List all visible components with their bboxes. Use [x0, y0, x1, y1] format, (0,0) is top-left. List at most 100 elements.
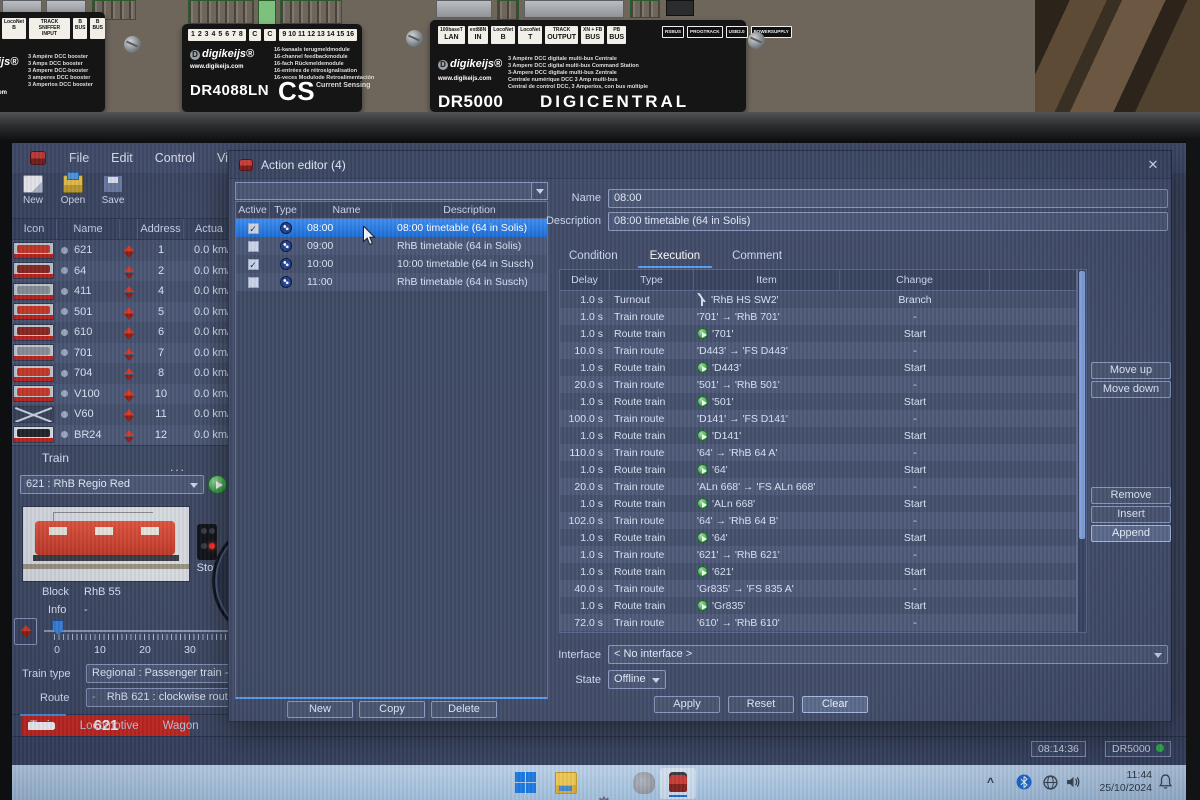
execution-row[interactable]: 1.0 s Route train '64' Start — [560, 461, 1076, 478]
locomotive-row[interactable]: 621 1 0.0 km/ — [12, 240, 234, 261]
locomotive-row[interactable]: 501 5 0.0 km/ — [12, 301, 234, 322]
train-selector[interactable]: 621 : RhB Regio Red — [20, 475, 204, 494]
execution-row[interactable]: 20.0 s Train route '501' → 'RhB 501' - — [560, 376, 1076, 393]
apply-button[interactable]: Apply — [654, 696, 720, 713]
scrollbar-thumb[interactable] — [1079, 271, 1085, 539]
bluetooth-icon[interactable] — [1016, 774, 1032, 800]
dialog-tab[interactable]: Condition — [557, 248, 630, 268]
execution-row[interactable]: 20.0 s Train route 'ALn 668' → 'FS ALn 6… — [560, 478, 1076, 495]
execution-row[interactable]: 1.0 s Route train '621' Start — [560, 563, 1076, 580]
locomotive-row[interactable]: 411 4 0.0 km/ — [12, 281, 234, 302]
execution-row[interactable]: 40.0 s Train route 'Gr835' → 'FS 835 A' … — [560, 580, 1076, 597]
execution-row[interactable]: 1.0 s Route train '501' Start — [560, 393, 1076, 410]
execution-row[interactable]: 100.0 s Train route 'D141' → 'FS D141' - — [560, 410, 1076, 427]
state-select[interactable]: Offline — [608, 670, 666, 689]
menu-item[interactable]: File — [58, 147, 100, 169]
execution-row[interactable]: 102.0 s Train route '64' → 'RhB 64 B' - — [560, 512, 1076, 529]
locomotive-row[interactable]: 610 6 0.0 km/ — [12, 322, 234, 343]
dialog-title-bar[interactable]: Action editor (4) — [229, 151, 1171, 179]
bottom-tab[interactable]: Locomotive — [70, 714, 149, 738]
item-icon — [697, 328, 708, 339]
execution-row[interactable]: 110.0 s Train route '64' → 'RhB 64 A' - — [560, 444, 1076, 461]
active-checkbox[interactable]: ✓ — [247, 222, 259, 234]
direction-arrows-icon[interactable] — [124, 347, 134, 361]
app-icon-gray[interactable] — [633, 772, 655, 794]
interface-status[interactable]: DR5000 — [1105, 741, 1171, 757]
active-checkbox[interactable] — [247, 240, 259, 252]
settings-gear-icon[interactable]: ⚙ — [593, 794, 615, 800]
direction-arrows-icon[interactable] — [124, 286, 134, 300]
execution-row[interactable]: 1.0 s Train route '701' → 'RhB 701' - — [560, 308, 1076, 325]
volume-icon[interactable] — [1065, 774, 1082, 800]
active-checkbox[interactable]: ✓ — [247, 258, 259, 270]
direction-arrows-icon[interactable] — [124, 388, 134, 402]
start-train-button[interactable] — [208, 475, 227, 494]
speed-slider[interactable]: 0 10 20 30 — [44, 614, 230, 664]
taskbar-clock[interactable]: 11:44 25/10/2024 — [1090, 769, 1152, 795]
direction-arrows-icon[interactable] — [124, 245, 134, 259]
network-globe-icon[interactable] — [1043, 775, 1058, 800]
direction-toggle-button[interactable] — [14, 618, 37, 645]
locomotive-row[interactable]: V60 11 0.0 km/ — [12, 404, 234, 425]
bottom-tab[interactable]: Train — [20, 714, 66, 738]
bottom-tab[interactable]: Wagon — [153, 714, 209, 738]
close-icon[interactable]: ✕ — [1145, 157, 1161, 173]
train-app-taskbar-icon[interactable] — [660, 768, 696, 799]
execution-row[interactable]: 1.0 s Train route '621' → 'RhB 621' - — [560, 546, 1076, 563]
execution-row[interactable]: 1.0 s Route train 'Gr835' Start — [560, 597, 1076, 614]
menu-item[interactable]: Control — [144, 147, 206, 169]
direction-arrows-icon[interactable] — [124, 306, 134, 320]
panel-menu-dots[interactable]: ... — [170, 460, 186, 474]
remove-button[interactable]: Remove — [1091, 487, 1171, 504]
dialog-tab[interactable]: Comment — [720, 248, 794, 268]
execution-row[interactable]: 1.0 s Route train 'D443' Start — [560, 359, 1076, 376]
execution-row[interactable]: 1.0 s Route train 'ALn 668' Start — [560, 495, 1076, 512]
execution-row[interactable]: 1.0 s Turnout 'RhB HS SW2' Branch — [560, 291, 1076, 308]
direction-arrows-icon[interactable] — [124, 327, 134, 341]
toolbar-button[interactable]: New — [18, 175, 48, 206]
file-explorer-icon[interactable] — [555, 772, 577, 794]
direction-arrows-icon[interactable] — [124, 368, 134, 382]
locomotive-row[interactable]: 64 2 0.0 km/ — [12, 260, 234, 281]
execution-row[interactable]: 10.0 s Train route 'D443' → 'FS D443' - — [560, 342, 1076, 359]
direction-arrows-icon[interactable] — [124, 265, 134, 279]
windows-start-icon[interactable] — [515, 772, 537, 794]
menu-item[interactable]: Edit — [100, 147, 144, 169]
train-type-field[interactable]: Regional : Passenger train - regio — [86, 664, 234, 683]
move-up-button[interactable]: Move up — [1091, 362, 1171, 379]
notification-bell-icon[interactable] — [1158, 774, 1173, 800]
tray-expand-chevron[interactable]: ^ — [987, 775, 994, 800]
action-row[interactable]: 09:00 RhB timetable (64 in Solis) — [236, 237, 547, 255]
reset-button[interactable]: Reset — [728, 696, 794, 713]
clear-button[interactable]: Clear — [802, 696, 868, 713]
execution-row[interactable]: 1.0 s Route train 'D141' Start — [560, 427, 1076, 444]
toolbar-button[interactable]: Save — [98, 175, 128, 206]
slider-handle[interactable] — [52, 620, 64, 635]
locomotive-row[interactable]: BR24 12 0.0 km/ — [12, 424, 234, 445]
execution-scrollbar[interactable] — [1077, 269, 1087, 633]
action-row[interactable]: ✓ 10:00 10:00 timetable (64 in Susch) — [236, 255, 547, 273]
locomotive-row[interactable]: 701 7 0.0 km/ — [12, 342, 234, 363]
route-field[interactable]: - RhB 621 : clockwise route for — [86, 688, 234, 707]
locomotive-row[interactable]: 704 8 0.0 km/ — [12, 363, 234, 384]
move-down-button[interactable]: Move down — [1091, 381, 1171, 398]
signal-icon[interactable] — [197, 524, 217, 560]
slider-track[interactable] — [44, 630, 230, 632]
append-button[interactable]: Append — [1091, 525, 1171, 542]
execution-row[interactable]: 1.0 s Route train '701' Start — [560, 325, 1076, 342]
direction-arrows-icon[interactable] — [124, 409, 134, 423]
insert-button[interactable]: Insert — [1091, 506, 1171, 523]
name-field[interactable]: 08:00 — [608, 189, 1168, 208]
action-row[interactable]: 11:00 RhB timetable (64 in Susch) — [236, 273, 547, 291]
execution-row[interactable]: 72.0 s Train route '610' → 'RhB 610' - — [560, 614, 1076, 631]
locomotive-row[interactable]: V100 10 0.0 km/ — [12, 383, 234, 404]
active-checkbox[interactable] — [247, 276, 259, 288]
direction-arrows-icon[interactable] — [124, 429, 134, 443]
dialog-tab[interactable]: Execution — [637, 248, 713, 268]
action-row[interactable]: ✓ 08:00 08:00 timetable (64 in Solis) — [236, 219, 547, 237]
description-field[interactable]: 08:00 timetable (64 in Solis) — [608, 212, 1168, 231]
toolbar-button[interactable]: Open — [58, 172, 88, 206]
action-filter-combobox[interactable] — [235, 182, 548, 200]
interface-select[interactable]: < No interface > — [608, 645, 1168, 664]
execution-row[interactable]: 1.0 s Route train '64' Start — [560, 529, 1076, 546]
